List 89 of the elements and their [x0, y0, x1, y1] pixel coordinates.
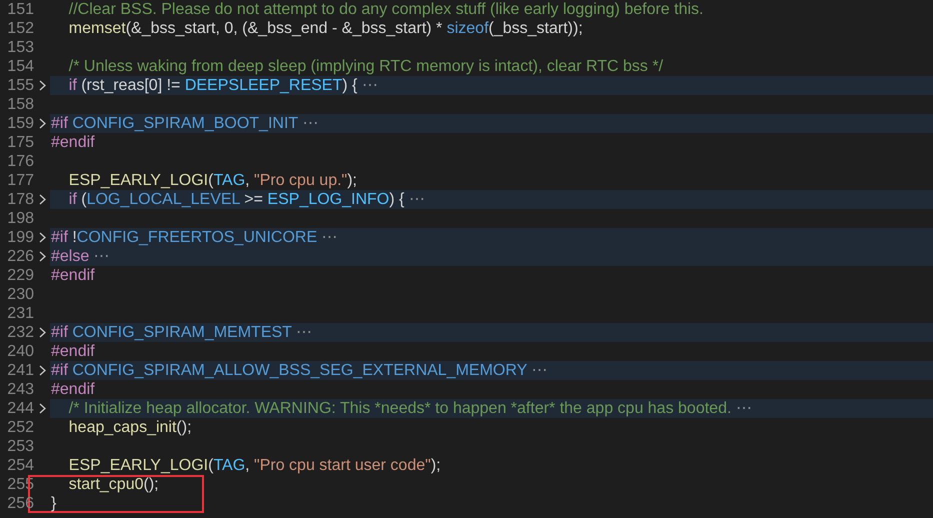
chevron-icon[interactable]: [38, 365, 46, 376]
chevron-icon[interactable]: [38, 327, 46, 338]
keyword: #if: [51, 362, 68, 379]
code-text: ) {: [389, 191, 406, 208]
code-comment: //Clear BSS. Please do not attempt to do any complex stuff (like early logging) before this.: [68, 1, 704, 18]
code-text: (rst_reas[0] !=: [80, 77, 182, 94]
keyword: #if: [51, 229, 68, 246]
line-number: 198: [6, 209, 34, 228]
chevron-icon[interactable]: [38, 251, 46, 262]
code-text: ,: [245, 172, 251, 189]
chevron-icon[interactable]: [38, 403, 46, 414]
code-text: (&_bss_start, 0, (&_bss_end - &_bss_start) *: [126, 20, 444, 37]
macro-name: CONFIG_FREERTOS_UNICORE: [76, 229, 318, 246]
constant-name: TAG: [213, 457, 246, 474]
keyword: #endif: [51, 134, 95, 151]
line-number: 243: [6, 380, 34, 399]
line-number: 226: [6, 247, 34, 266]
function-name: start_cpu0: [68, 476, 144, 493]
code-text: !: [71, 229, 77, 246]
keyword: #else: [51, 248, 90, 265]
line-number: 253: [6, 437, 34, 456]
line-number: 230: [6, 285, 34, 304]
chevron-icon[interactable]: [38, 194, 46, 205]
fold-ellipsis[interactable]: ⋯: [731, 400, 752, 417]
constant-name: DEEPSLEEP_RESET: [184, 77, 342, 94]
line-number: 152: [6, 19, 34, 38]
fold-ellipsis[interactable]: ⋯: [408, 191, 425, 208]
code-text: >=: [243, 191, 264, 208]
code-text: (: [208, 172, 214, 189]
code-text: }: [51, 495, 56, 512]
fold-ellipsis[interactable]: ⋯: [292, 324, 312, 341]
chevron-icon[interactable]: [38, 118, 46, 129]
macro-name: CONFIG_SPIRAM_BOOT_INIT: [71, 115, 298, 132]
code-text: (: [80, 191, 87, 208]
macro-name: LOG_LOCAL_LEVEL: [86, 191, 240, 208]
line-number: 232: [6, 323, 34, 342]
constant-name: TAG: [213, 172, 246, 189]
code-text: ) {: [342, 77, 358, 94]
line-number: 229: [6, 266, 34, 285]
line-number: 240: [6, 342, 34, 361]
keyword: #if: [51, 115, 68, 132]
macro-name: CONFIG_SPIRAM_ALLOW_BSS_SEG_EXTERNAL_MEMORY: [71, 362, 528, 379]
line-number: 178: [6, 190, 34, 209]
fold-ellipsis[interactable]: ⋯: [527, 362, 548, 379]
line-number: 244: [6, 399, 34, 418]
function-name: heap_caps_init: [68, 419, 176, 436]
code-text: ();: [144, 476, 159, 493]
constant-name: ESP_LOG_INFO: [267, 191, 390, 208]
line-number: 241: [6, 361, 34, 380]
function-name: memset: [68, 20, 126, 37]
keyword: sizeof: [446, 20, 489, 37]
string-literal: "Pro cpu start user code": [254, 457, 431, 474]
function-name: ESP_EARLY_LOGI: [68, 457, 208, 474]
keyword: if: [68, 191, 77, 208]
line-number: 231: [6, 304, 34, 323]
line-number: 177: [6, 171, 34, 190]
code-text: ,: [245, 457, 251, 474]
string-literal: "Pro cpu up.": [254, 172, 348, 189]
fold-ellipsis[interactable]: ⋯: [317, 229, 338, 246]
keyword: #endif: [51, 381, 95, 398]
fold-ellipsis[interactable]: ⋯: [298, 115, 318, 132]
keyword: #if: [51, 324, 68, 341]
function-name: ESP_EARLY_LOGI: [68, 172, 208, 189]
line-number: 153: [6, 38, 34, 57]
line-number: 199: [6, 228, 34, 247]
line-number: 151: [6, 0, 34, 19]
fold-ellipsis[interactable]: ⋯: [362, 77, 378, 94]
fold-ellipsis[interactable]: ⋯: [89, 248, 110, 265]
code-text: );: [430, 457, 441, 474]
line-number: 252: [6, 418, 34, 437]
chevron-icon[interactable]: [38, 232, 46, 243]
keyword: if: [68, 77, 77, 94]
code-comment: /* Unless waking from deep sleep (implying RTC memory is intact), clear RTC bss */: [68, 58, 664, 75]
keyword: #endif: [51, 267, 95, 284]
line-number: 155: [6, 76, 34, 95]
code-text: (_bss_start));: [488, 20, 583, 37]
line-number: 159: [6, 114, 34, 133]
line-number: 154: [6, 57, 34, 76]
code-text: ();: [176, 419, 192, 436]
code-text: (: [208, 457, 214, 474]
line-number: 254: [6, 456, 34, 475]
code-text: );: [347, 172, 357, 189]
keyword: #endif: [51, 343, 95, 360]
line-number: 158: [6, 95, 34, 114]
chevron-icon[interactable]: [38, 80, 46, 91]
code-comment: /* Initialize heap allocator. WARNING: This *needs* to happen *after* the app cpu has booted.: [68, 400, 732, 417]
macro-name: CONFIG_SPIRAM_MEMTEST: [71, 324, 292, 341]
line-number: 176: [6, 152, 34, 171]
line-number: 175: [6, 133, 34, 152]
